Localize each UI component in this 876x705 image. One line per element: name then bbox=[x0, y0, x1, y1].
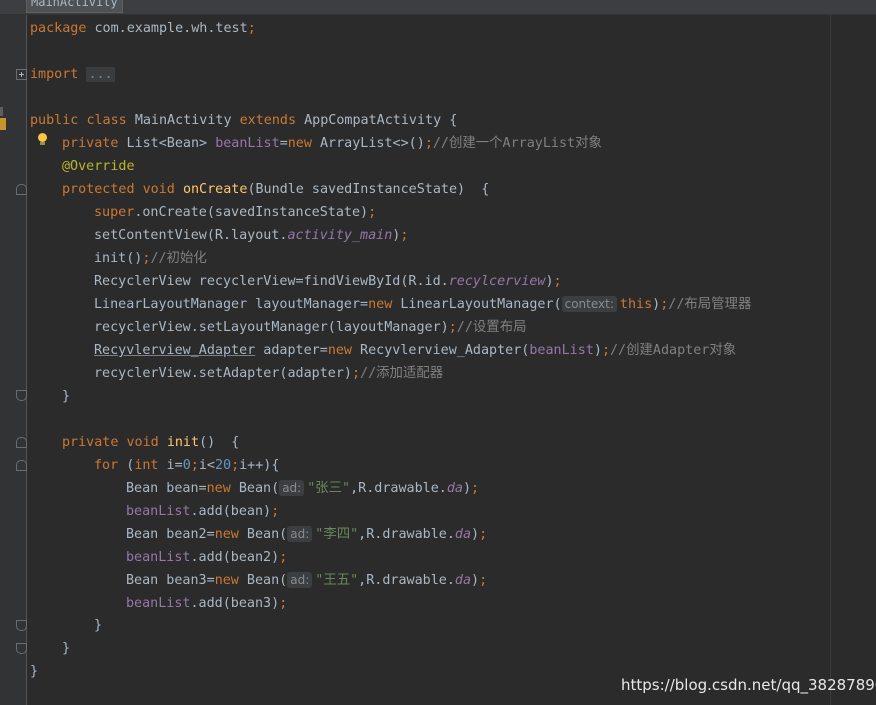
code-line-bean2: Bean bean2=new Bean(ad: "李四",R.drawable.d… bbox=[126, 526, 488, 542]
parameter-hint: ad: bbox=[279, 480, 305, 496]
code-line-super-oncreate: super.onCreate(savedInstanceState); bbox=[94, 205, 377, 220]
code-line-set-adapter: recyclerView.setAdapter(adapter);//添加适配器 bbox=[94, 366, 444, 381]
lightbulb-icon[interactable] bbox=[38, 133, 47, 145]
code-line-bean3: Bean bean3=new Bean(ad: "王五",R.drawable.d… bbox=[126, 572, 488, 588]
code-line-package: package com.example.wh.test; bbox=[30, 21, 256, 36]
code-line-bean1: Bean bean=new Bean(ad: "张三",R.drawable.da… bbox=[126, 480, 480, 496]
code-line-set-layout-manager: recyclerView.setLayoutManager(layoutMana… bbox=[94, 320, 527, 335]
code-line-recyclerview: RecyclerView recyclerView=findViewById(R… bbox=[94, 274, 562, 289]
fold-end-icon[interactable] bbox=[16, 620, 27, 631]
code-line-close-oncreate: } bbox=[62, 389, 71, 404]
code-line-init-decl: private void init() { bbox=[62, 435, 240, 450]
code-line-oncreate-decl: protected void onCreate(Bundle savedInst… bbox=[62, 182, 490, 197]
right-margin-guide bbox=[830, 15, 831, 705]
editor-tab-bar: MainActivity bbox=[0, 0, 876, 15]
change-marker bbox=[0, 107, 3, 116]
fold-end-icon[interactable] bbox=[16, 390, 27, 401]
code-line-for-loop: for (int i=0;i<20;i++){ bbox=[94, 458, 280, 473]
code-line-close-for: } bbox=[94, 618, 103, 633]
fold-collapse-icon[interactable] bbox=[16, 437, 27, 448]
code-line-setcontentview: setContentView(R.layout.activity_main); bbox=[94, 228, 409, 243]
code-line-layout-manager: LinearLayoutManager layoutManager=new Li… bbox=[94, 296, 752, 312]
code-line-override: @Override bbox=[62, 159, 135, 174]
code-line-close-class: } bbox=[30, 664, 39, 679]
fold-collapse-icon[interactable] bbox=[16, 184, 27, 195]
code-line-add-bean3: beanList.add(bean3); bbox=[126, 596, 288, 611]
code-line-beanlist-field: private List<Bean> beanList=new ArrayLis… bbox=[62, 136, 602, 151]
file-tab-mainactivity[interactable]: MainActivity bbox=[26, 0, 123, 13]
code-line-close-init: } bbox=[62, 641, 71, 656]
parameter-hint: ad: bbox=[287, 572, 313, 588]
code-line-import: import ... bbox=[30, 67, 115, 82]
code-line-adapter: Recyvlerview_Adapter adapter=new Recyvle… bbox=[94, 343, 737, 358]
fold-expand-icon[interactable] bbox=[16, 69, 27, 80]
modified-line-marker bbox=[0, 118, 6, 130]
code-line-add-bean1: beanList.add(bean); bbox=[126, 504, 280, 519]
fold-collapse-icon[interactable] bbox=[16, 460, 27, 471]
watermark: https://blog.csdn.net/qq_38287890 bbox=[621, 676, 876, 694]
code-line-init-call: init();//初始化 bbox=[94, 251, 207, 266]
parameter-hint: context: bbox=[561, 296, 617, 312]
collapsed-imports[interactable]: ... bbox=[86, 67, 115, 82]
code-line-add-bean2: beanList.add(bean2); bbox=[126, 550, 288, 565]
fold-end-icon[interactable] bbox=[16, 643, 27, 654]
code-line-class-decl: public class MainActivity extends AppCom… bbox=[30, 113, 458, 128]
parameter-hint: ad: bbox=[287, 526, 313, 542]
